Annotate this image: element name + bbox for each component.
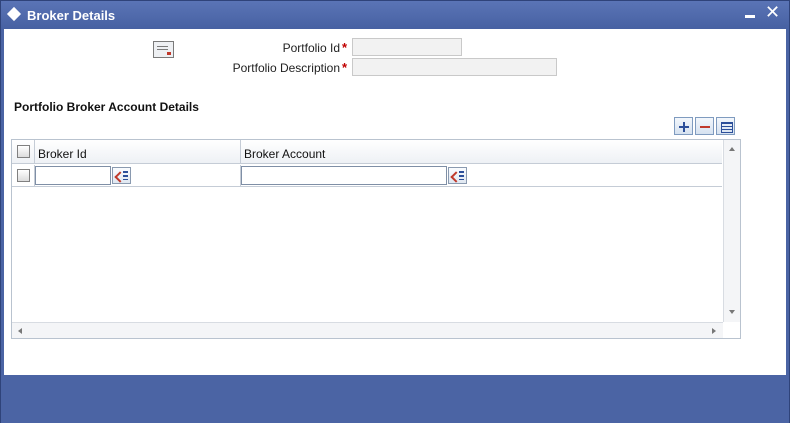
select-all-checkbox[interactable] xyxy=(17,145,30,158)
column-separator xyxy=(34,140,35,164)
document-icon[interactable] xyxy=(153,41,174,58)
broker-account-input[interactable] xyxy=(241,166,447,185)
scroll-down-icon[interactable] xyxy=(729,310,735,314)
broker-id-lookup-icon[interactable] xyxy=(112,167,131,184)
title-bar: Broker Details ✕ xyxy=(1,1,789,29)
broker-account-grid: Broker Id Broker Account xyxy=(11,139,741,339)
broker-details-window: Broker Details ✕ Portfolio Id * Portfoli… xyxy=(0,0,790,423)
add-row-icon[interactable] xyxy=(674,117,693,135)
scroll-left-icon[interactable] xyxy=(18,328,22,334)
portfolio-description-label: Portfolio Description xyxy=(232,61,340,75)
portfolio-description-input[interactable] xyxy=(352,58,557,76)
broker-id-input[interactable] xyxy=(35,166,111,185)
column-header-broker-id[interactable]: Broker Id xyxy=(38,147,87,161)
broker-account-lookup-icon[interactable] xyxy=(448,167,467,184)
row-checkbox[interactable] xyxy=(17,169,30,182)
section-title: Portfolio Broker Account Details xyxy=(14,100,199,114)
table-row xyxy=(12,165,722,187)
vertical-scrollbar[interactable] xyxy=(723,140,740,322)
scroll-right-icon[interactable] xyxy=(712,328,716,334)
portfolio-description-required-marker: * xyxy=(342,60,348,75)
grid-header: Broker Id Broker Account xyxy=(12,140,722,164)
portfolio-id-label: Portfolio Id xyxy=(282,41,340,55)
window-title: Broker Details xyxy=(27,8,116,23)
column-header-broker-account[interactable]: Broker Account xyxy=(244,147,325,161)
minimize-icon[interactable] xyxy=(745,15,755,18)
portfolio-id-required-marker: * xyxy=(342,40,348,55)
single-view-icon[interactable] xyxy=(716,117,735,135)
delete-row-icon[interactable] xyxy=(695,117,714,135)
close-icon[interactable]: ✕ xyxy=(765,3,780,23)
column-separator xyxy=(240,140,241,164)
horizontal-scrollbar[interactable] xyxy=(12,322,723,338)
scroll-up-icon[interactable] xyxy=(729,147,735,151)
form-content: Portfolio Id * Portfolio Description * P… xyxy=(4,29,786,375)
portfolio-id-input[interactable] xyxy=(352,38,462,56)
window-footer xyxy=(1,375,789,423)
window-diamond-icon xyxy=(6,6,22,22)
